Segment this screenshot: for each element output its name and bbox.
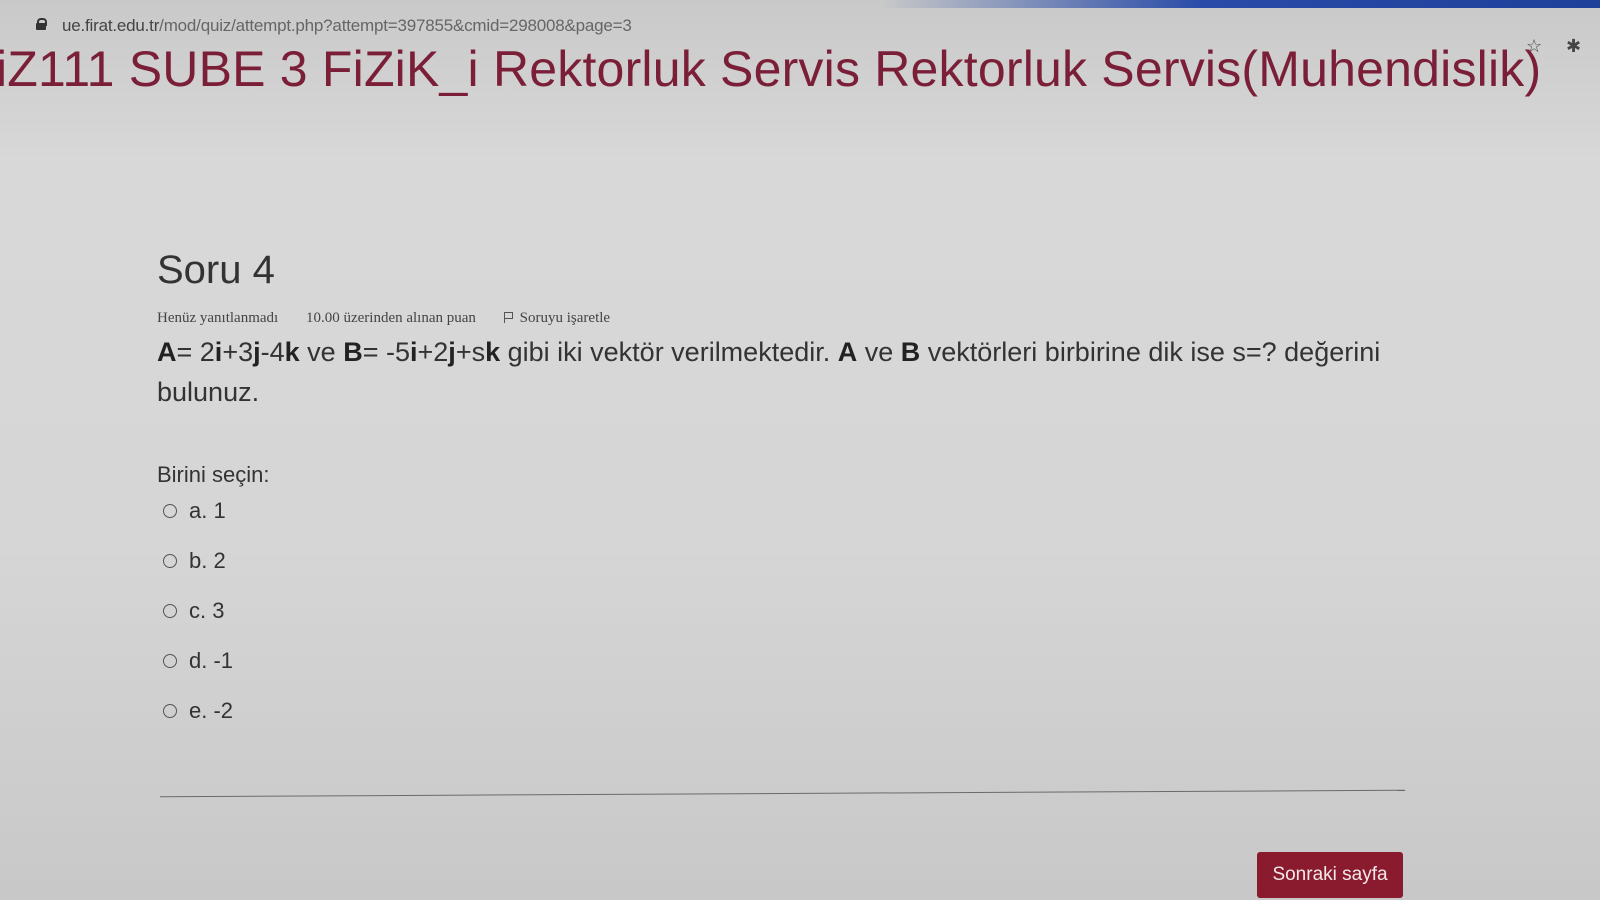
next-page-button[interactable]: Sonraki sayfa — [1257, 852, 1403, 898]
radio-button[interactable] — [163, 654, 177, 668]
url-text[interactable]: ue.firat.edu.tr/mod/quiz/attempt.php?att… — [62, 16, 632, 36]
q-frag: ve — [299, 337, 344, 367]
unit-j: j — [253, 337, 261, 367]
radio-button[interactable] — [163, 704, 177, 718]
question-info: Henüz yanıtlanmadı 10.00 üzerinden alına… — [157, 310, 658, 327]
question-text: A= 2i+3j-4k ve B= -5i+2j+sk gibi iki vek… — [157, 332, 1397, 412]
q-frag: +3 — [222, 337, 254, 367]
q-frag: gibi iki vektör verilmektedir. — [500, 337, 838, 367]
unit-k: k — [284, 337, 300, 367]
question-heading: Soru 4 — [157, 248, 275, 292]
vector-b-label: B — [343, 337, 363, 367]
answer-label: b. 2 — [189, 548, 226, 573]
answer-label: a. 1 — [189, 498, 226, 523]
course-title: iZ111 SUBE 3 FiZiK_i Rektorluk Servis Re… — [0, 41, 1542, 97]
section-divider — [160, 789, 1405, 798]
answer-option-c[interactable]: c. 3 — [163, 598, 224, 628]
q-frag: = 2 — [176, 337, 215, 367]
url-path: /mod/quiz/attempt.php?attempt=397855&cmi… — [159, 16, 632, 35]
url-host: ue.firat.edu.tr — [62, 16, 160, 35]
flag-icon — [503, 312, 514, 323]
flag-question-link[interactable]: Soruyu işaretle — [503, 310, 634, 327]
unit-i: i — [409, 337, 418, 367]
answer-option-b[interactable]: b. 2 — [163, 548, 226, 578]
q-frag: +s — [455, 337, 486, 367]
vector-a-label: A — [157, 337, 177, 367]
q-frag: +2 — [417, 337, 449, 367]
answer-option-d[interactable]: d. -1 — [163, 648, 233, 678]
question-status: Henüz yanıtlanmadı — [157, 310, 279, 326]
q-frag: ve — [857, 337, 901, 367]
answer-prompt: Birini seçin: — [157, 462, 270, 487]
answer-label: e. -2 — [189, 698, 234, 723]
unit-j: j — [448, 337, 456, 367]
lock-icon — [36, 18, 47, 30]
q-frag: = -5 — [362, 337, 410, 367]
radio-button[interactable] — [163, 504, 177, 518]
question-points: 10.00 üzerinden alınan puan — [305, 310, 476, 326]
flag-question-label: Soruyu işaretle — [519, 310, 611, 326]
answer-option-a[interactable]: a. 1 — [163, 498, 226, 528]
answer-option-e[interactable]: e. -2 — [163, 698, 233, 728]
unit-k: k — [485, 337, 501, 367]
vector-b-label: B — [900, 337, 921, 367]
radio-button[interactable] — [163, 604, 177, 618]
answer-label: c. 3 — [189, 598, 225, 623]
radio-button[interactable] — [163, 554, 177, 568]
browser-top-strip — [0, 0, 1600, 8]
q-frag: -4 — [260, 337, 285, 367]
extensions-icon[interactable]: ✱ — [1566, 36, 1581, 57]
vector-a-label: A — [837, 337, 858, 367]
answer-label: d. -1 — [189, 648, 234, 673]
